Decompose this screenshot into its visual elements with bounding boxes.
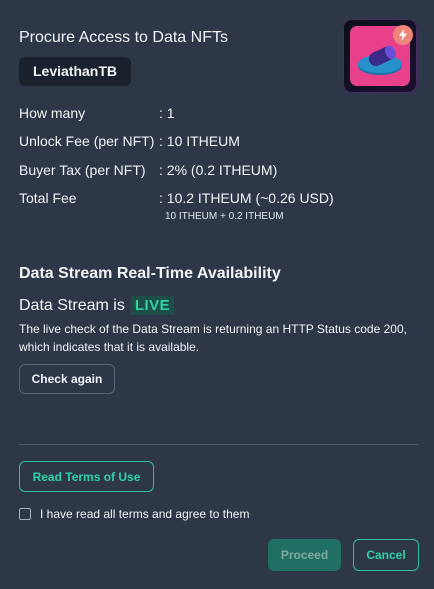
modal-title: Procure Access to Data NFTs xyxy=(19,29,228,46)
availability-description: The live check of the Data Stream is ret… xyxy=(19,322,407,354)
detail-value: : 1 xyxy=(159,105,175,121)
availability-heading: Data Stream Real-Time Availability xyxy=(19,265,281,282)
detail-label: Unlock Fee (per NFT) xyxy=(19,133,155,149)
detail-label: Total Fee xyxy=(19,190,77,206)
proceed-button[interactable]: Proceed xyxy=(268,539,341,571)
agree-terms-row[interactable]: I have read all terms and agree to them xyxy=(19,507,249,521)
total-fee-breakdown: 10 ITHEUM + 0.2 ITHEUM xyxy=(165,211,284,222)
detail-value: : 10.2 ITHEUM (~0.26 USD) xyxy=(159,190,334,206)
procure-modal: Procure Access to Data NFTs LeviathanTB … xyxy=(0,0,434,589)
check-again-button[interactable]: Check again xyxy=(19,364,115,394)
detail-label: How many xyxy=(19,105,86,121)
read-terms-button[interactable]: Read Terms of Use xyxy=(19,461,154,492)
lightning-bolt-icon xyxy=(393,25,413,45)
nft-name-badge: LeviathanTB xyxy=(19,57,132,86)
status-prefix: Data Stream is xyxy=(19,296,125,314)
detail-value: : 10 ITHEUM xyxy=(159,133,240,149)
agree-label: I have read all terms and agree to them xyxy=(40,507,250,521)
detail-value: : 2% (0.2 ITHEUM) xyxy=(159,162,278,178)
detail-label: Buyer Tax (per NFT) xyxy=(19,162,146,178)
data-stream-status: Data Stream is LIVE xyxy=(19,296,175,315)
live-status-badge: LIVE xyxy=(130,296,175,315)
agree-checkbox[interactable] xyxy=(19,508,31,520)
divider xyxy=(19,444,419,445)
cancel-button[interactable]: Cancel xyxy=(353,539,419,571)
